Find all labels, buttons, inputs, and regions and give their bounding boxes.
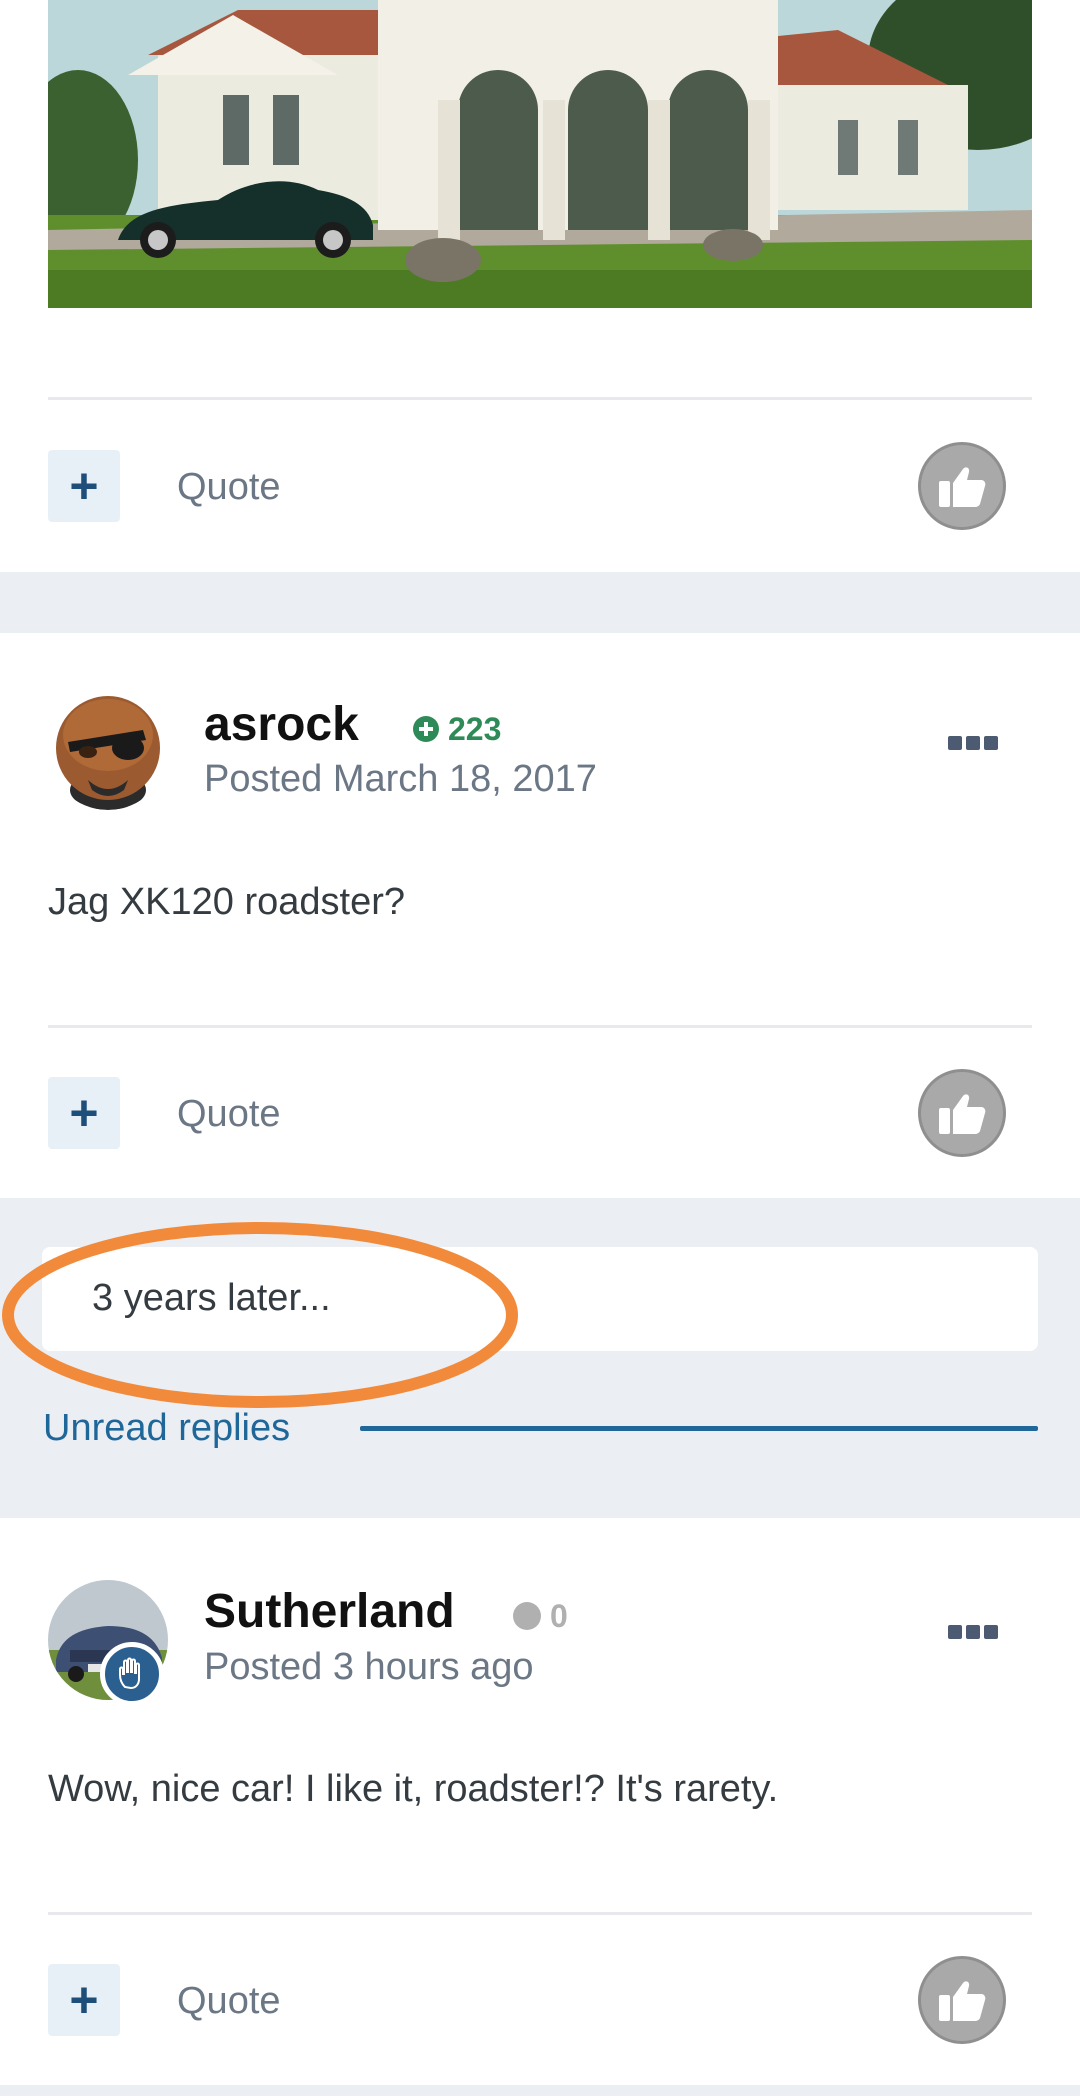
- avatar[interactable]: [48, 690, 168, 810]
- reputation-badge[interactable]: 223: [412, 713, 501, 745]
- post-content: Wow, nice car! I like it, roadster!? It'…: [48, 1768, 779, 1810]
- plus-circle-icon: [413, 716, 439, 742]
- thumbs-up-icon: [939, 1981, 986, 2021]
- post-image[interactable]: [48, 0, 1032, 308]
- dot-icon: [513, 1602, 541, 1630]
- reputation-count: 0: [550, 1598, 568, 1634]
- ellipsis-icon[interactable]: [948, 736, 998, 750]
- reputation-count: 223: [448, 711, 502, 747]
- thumbs-up-icon: [939, 467, 986, 507]
- quote-button[interactable]: Quote: [177, 1095, 281, 1133]
- post-content: Jag XK120 roadster?: [48, 881, 406, 923]
- author-name[interactable]: asrock: [204, 701, 359, 749]
- post-card: Sutherland 0 Posted 3 hours ago Wow, nic…: [0, 1518, 1080, 2085]
- hand-icon: [100, 1642, 164, 1706]
- plus-icon: +: [69, 458, 99, 514]
- time-gap-notice: 3 years later...: [42, 1247, 1038, 1351]
- plus-icon: +: [69, 1085, 99, 1141]
- plus-icon: +: [69, 1972, 99, 2028]
- like-button[interactable]: [918, 1069, 1006, 1157]
- plus-button[interactable]: +: [48, 1077, 120, 1149]
- post-date[interactable]: Posted March 18, 2017: [204, 760, 597, 798]
- reputation-badge[interactable]: 0: [512, 1600, 568, 1632]
- plus-button[interactable]: +: [48, 450, 120, 522]
- quote-button[interactable]: Quote: [177, 1982, 281, 2020]
- author-name[interactable]: Sutherland: [204, 1588, 455, 1636]
- post-date[interactable]: Posted 3 hours ago: [204, 1648, 534, 1686]
- post-divider: [48, 1912, 1032, 1915]
- ellipsis-icon[interactable]: [948, 1625, 998, 1639]
- unread-replies-label: Unread replies: [43, 1407, 291, 1449]
- post-divider: [48, 1025, 1032, 1028]
- like-button[interactable]: [918, 442, 1006, 530]
- post-card: asrock 223 Posted March 18, 2017 Jag XK1…: [0, 633, 1080, 1198]
- thumbs-up-icon: [939, 1094, 986, 1134]
- unread-divider: [360, 1426, 1038, 1431]
- post-divider: [48, 397, 1032, 400]
- quote-button[interactable]: Quote: [177, 468, 281, 506]
- time-gap-label: 3 years later...: [92, 1277, 331, 1319]
- plus-button[interactable]: +: [48, 1964, 120, 2036]
- like-button[interactable]: [918, 1956, 1006, 2044]
- post-card: + Quote: [0, 0, 1080, 572]
